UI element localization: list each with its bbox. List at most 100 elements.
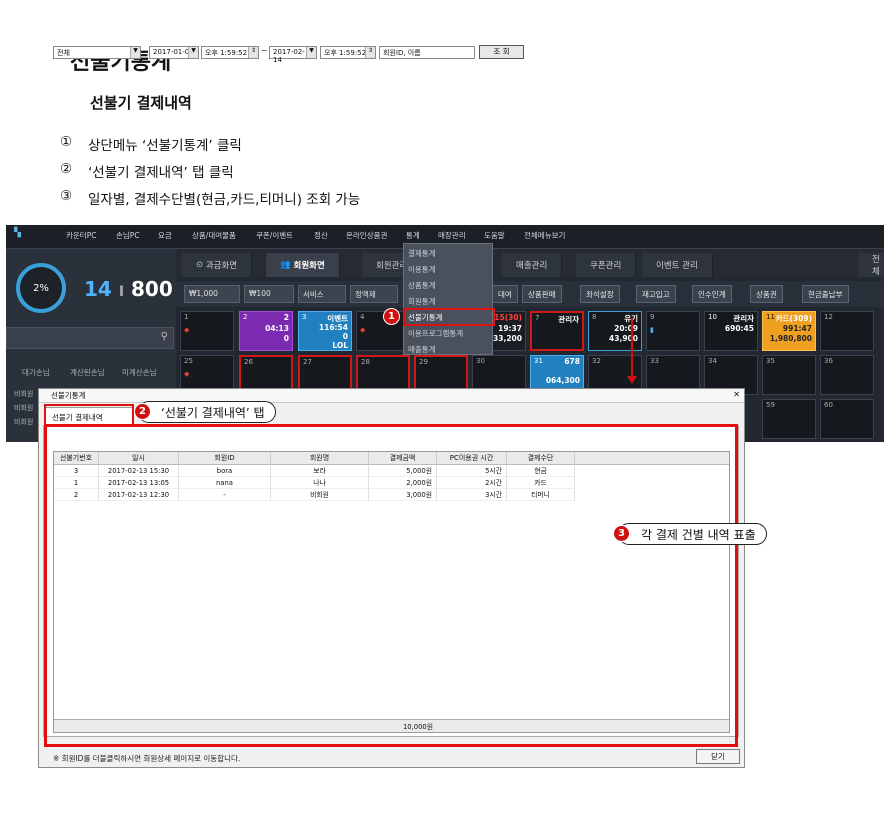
seat-number: 26 (244, 358, 253, 366)
seat-header: 카드(309) (775, 314, 812, 323)
left-search-input[interactable]: ⚲ (6, 327, 174, 349)
unit-select[interactable]: ₩100 (244, 285, 294, 303)
seat-time: 690:45 (724, 324, 754, 333)
seat-number: 2 (243, 313, 248, 321)
step-text: ‘선불기 결제내역’ 탭 클릭 (88, 165, 234, 181)
menu-item-stats[interactable]: 통계 (406, 230, 420, 241)
seat-number: 9 (650, 313, 655, 321)
seat-card[interactable]: 60 (820, 399, 874, 439)
highlight-box (44, 404, 134, 426)
seat-card[interactable]: 11 카드(309) 991:47 1,980,800 (762, 311, 816, 351)
menu-item-product-stats[interactable]: 상품통계 (408, 280, 436, 291)
search-icon[interactable]: ⚲ (161, 331, 168, 342)
seat-number: 35 (766, 357, 775, 365)
menu-item-usage-stats[interactable]: 이용통계 (408, 264, 436, 275)
product-sale-button[interactable]: 상품판매 (522, 285, 562, 303)
seat-number: 4 (360, 313, 365, 321)
seat-time: 04:13 (265, 324, 289, 333)
list-item[interactable]: 비회원 (14, 403, 33, 413)
close-icon[interactable]: ✕ (733, 390, 740, 399)
seat-setting-button[interactable]: 좌석설정 (580, 285, 620, 303)
step-badge-2: 2 (134, 403, 151, 420)
step-text: 일자별, 결제수단별(현금,카드,티머니) 조회 가능 (88, 192, 361, 208)
seat-count: 14 I 800 (84, 277, 173, 301)
tab-paid[interactable]: 계산된손님 (70, 367, 105, 378)
menu-item-online-voucher[interactable]: 온라인상품권 (346, 230, 387, 241)
price-select[interactable]: ₩1,000 (184, 285, 240, 303)
menu-item-coupon[interactable]: 쿠폰/이벤트 (256, 230, 293, 241)
seat-value: 33,200 (493, 334, 522, 343)
tab-label: 이벤트 관리 (656, 261, 698, 271)
dialog-title: 선불기통계 (51, 391, 86, 400)
menu-item-settlement[interactable]: 정산 (314, 230, 328, 241)
tab-waiting[interactable]: 대기손님 (22, 367, 50, 378)
plan-select[interactable]: 정액제 (350, 285, 398, 303)
tab-label: 회원화면 (293, 261, 325, 271)
time-from-field[interactable]: 오후 1:59:52 ⇕ (201, 46, 259, 59)
menu-item-payment-stats[interactable]: 결제통계 (408, 248, 436, 259)
stock-in-button[interactable]: 재고입고 (636, 285, 676, 303)
menu-item-store[interactable]: 매장관리 (438, 230, 466, 241)
seat-number: 59 (766, 401, 775, 409)
seat-card[interactable]: 8유기20:0943,900 (588, 311, 642, 351)
menu-item-help[interactable]: 도움말 (484, 230, 505, 241)
close-button[interactable]: 닫기 (696, 749, 740, 764)
time-to-field[interactable]: 오후 1:59:52 ⇕ (320, 46, 376, 59)
tab-unpaid[interactable]: 미계산손님 (122, 367, 157, 378)
tab-coupon[interactable]: 쿠폰관리 (576, 253, 637, 277)
seat-card[interactable]: 36 (820, 355, 874, 395)
seat-value: 064,300 (545, 376, 580, 385)
doc-subtitle: 선불기 결제내역 (90, 94, 192, 112)
handover-button[interactable]: 인수인계 (692, 285, 732, 303)
voucher-button[interactable]: 상품권 (750, 285, 783, 303)
seat-card[interactable]: 10 관리자 690:45 (704, 311, 758, 351)
spinner-icon[interactable]: ⇕ (248, 47, 258, 58)
menu-item-all[interactable]: 전체메뉴보기 (524, 230, 565, 241)
chevron-down-icon[interactable]: ▼ (188, 47, 198, 58)
service-select[interactable]: 서비스 (298, 285, 346, 303)
cashbook-button[interactable]: 현금출납부 (802, 285, 849, 303)
menu-item-products[interactable]: 상품/대여물품 (192, 230, 236, 241)
chevron-down-icon[interactable]: ▼ (130, 47, 140, 58)
seat-card[interactable]: 59 (762, 399, 816, 439)
menu-item-member-stats[interactable]: 회원통계 (408, 296, 436, 307)
seat-card[interactable]: 3 이벤트 116:54 0 LOL (298, 311, 352, 351)
payment-type-select[interactable]: 전체 ▼ (53, 46, 141, 59)
menu-item-guest-pc[interactable]: 손님PC (116, 230, 140, 241)
menu-item-fee[interactable]: 요금 (158, 230, 172, 241)
seat-card[interactable]: 1 ◆ (180, 311, 234, 351)
spinner-icon[interactable]: ⇕ (365, 47, 375, 58)
tab-member-screen[interactable]: 👥 회원화면 (266, 253, 340, 277)
time-value: 오후 1:59:52 (324, 49, 367, 57)
seat-card[interactable]: 2 2 04:13 0 (239, 311, 293, 351)
seat-card[interactable]: 7 관리자 (530, 311, 584, 351)
seat-card[interactable]: 35 (762, 355, 816, 395)
rent-button[interactable]: 대여 (492, 285, 518, 303)
tab-sales[interactable]: 매출관리 (502, 253, 563, 277)
menu-item-sales-stats[interactable]: 매출통계 (408, 344, 436, 355)
seat-header: 관리자 (733, 314, 754, 323)
time-value: 오후 1:59:52 (205, 49, 248, 57)
menu-item-program-stats[interactable]: 이용프로그램통계 (408, 328, 463, 339)
tab-label: 매출관리 (516, 261, 548, 271)
date-value: 2017-02-14 (273, 48, 305, 64)
tab-event[interactable]: 이벤트 관리 (642, 253, 713, 277)
chevron-down-icon[interactable]: ▼ (306, 47, 316, 58)
seat-card[interactable]: 9 ▮ (646, 311, 700, 351)
member-search-input[interactable]: 회원ID, 이름 (379, 46, 475, 59)
step-number: ① (59, 134, 73, 150)
list-item[interactable]: 비회원 (14, 389, 33, 399)
list-item[interactable]: 비회원 (14, 417, 33, 427)
date-to-field[interactable]: 2017-02-14 ▼ (269, 46, 317, 64)
date-from-field[interactable]: 2017-01-01 ▼ (149, 46, 199, 59)
used-count: 14 (84, 277, 112, 301)
seat-number: 34 (708, 357, 717, 365)
seat-number: 7 (535, 314, 540, 322)
tab-billing[interactable]: ⊙ 과금화면 (182, 253, 253, 277)
seat-card[interactable]: 12 (820, 311, 874, 351)
seat-number: 25 (184, 357, 193, 365)
search-button[interactable]: 조 회 (479, 45, 524, 59)
tab-all[interactable]: 전체 (858, 253, 884, 277)
menu-item-counter-pc[interactable]: 카운터PC (66, 230, 96, 241)
seat-number: 31 (534, 357, 543, 365)
